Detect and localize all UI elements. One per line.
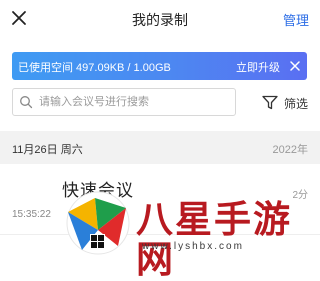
upgrade-button[interactable]: 立即升级: [236, 59, 280, 75]
watermark-text: 八星手游网: [136, 198, 292, 281]
page-title: 我的录制: [132, 12, 188, 28]
search-box: [12, 88, 236, 116]
close-icon[interactable]: [288, 59, 302, 73]
filter-icon: [262, 95, 278, 110]
manage-button[interactable]: 管理: [283, 10, 309, 29]
date-group-header: 11月26日 周六 2022年: [0, 131, 320, 164]
search-input[interactable]: [39, 94, 229, 110]
storage-banner: 已使用空间 497.09KB / 1.00GB 立即升级: [12, 52, 307, 80]
storage-usage-text: 已使用空间 497.09KB / 1.00GB: [18, 62, 171, 74]
group-date: 11月26日 周六: [12, 144, 83, 156]
recording-duration: 2分: [292, 190, 308, 201]
filter-label: 筛选: [284, 97, 309, 111]
top-bar: 我的录制 管理: [0, 0, 320, 38]
watermark-url: www.lyshbx.com: [142, 241, 244, 252]
search-icon: [20, 96, 33, 109]
group-year: 2022年: [272, 144, 308, 156]
watermark-logo: [66, 191, 130, 255]
recording-time: 15:35:22: [12, 209, 51, 220]
filter-button[interactable]: 筛选: [262, 93, 312, 113]
